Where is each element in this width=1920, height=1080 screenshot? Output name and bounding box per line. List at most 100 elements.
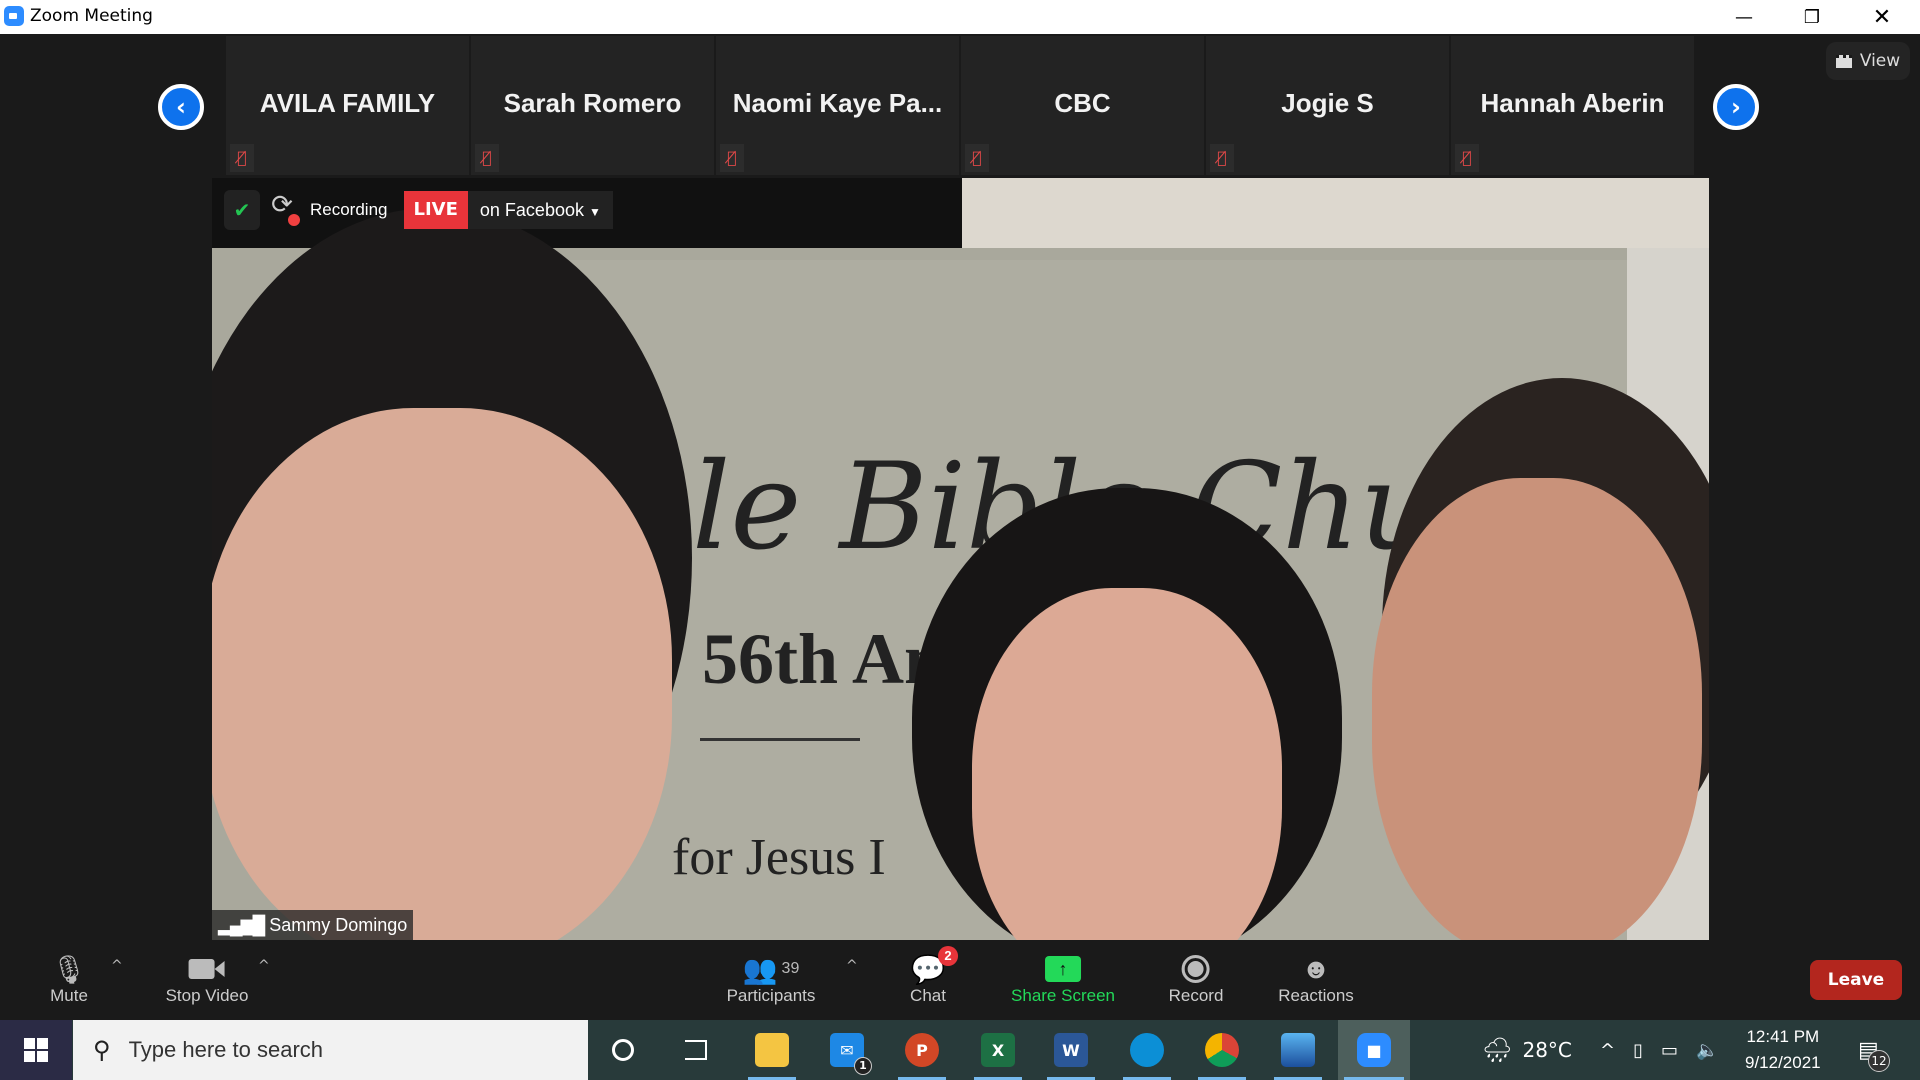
title-bar: Zoom Meeting — ❐ ✕ (0, 0, 1920, 34)
share-screen-icon: ↑ (1044, 956, 1081, 982)
share-screen-button[interactable]: ↑ Share Screen (1011, 952, 1115, 1006)
participant-tile[interactable]: Naomi Kaye Pa... 🎙̸ (716, 36, 959, 175)
participant-tile[interactable]: AVILA FAMILY 🎙̸ (226, 36, 469, 175)
caret-down-icon: ▼ (589, 205, 601, 219)
close-button[interactable]: ✕ (1852, 0, 1912, 34)
record-button[interactable]: Record (1168, 952, 1224, 1006)
photos-app[interactable] (1268, 1020, 1328, 1080)
zoom-app-icon (4, 6, 24, 26)
microphone-icon: 🎙 (51, 953, 87, 985)
restore-button[interactable]: ❐ (1782, 0, 1842, 34)
share-screen-label: Share Screen (1011, 986, 1115, 1005)
participant-name: CBC (1054, 88, 1111, 118)
window-title: Zoom Meeting (30, 6, 153, 26)
start-button[interactable] (0, 1020, 72, 1080)
search-placeholder: Type here to search (128, 1037, 324, 1062)
show-hidden-icons-chevron-icon[interactable]: ^ (1600, 1040, 1615, 1061)
participant-name: Jogie S (1281, 88, 1374, 118)
photos-icon (1281, 1033, 1315, 1067)
chevron-left-icon: ‹ (176, 93, 186, 121)
powerpoint-icon: P (905, 1033, 939, 1067)
speaker-name-tag: ▂▄▆█ Sammy Domingo (212, 910, 414, 940)
live-target-label: on Facebook (479, 200, 584, 220)
reactions-button[interactable]: ☻ Reactions (1278, 952, 1354, 1006)
powerpoint-app[interactable]: P (892, 1020, 952, 1080)
weather-rain-icon: 🌧 (1482, 1036, 1513, 1064)
file-explorer-app[interactable] (742, 1020, 802, 1080)
temperature: 28°C (1522, 1038, 1572, 1062)
switch-camera-icon[interactable]: ⟳ (260, 190, 304, 230)
clock-time: 12:41 PM (1746, 1027, 1820, 1046)
minimize-button[interactable]: — (1714, 0, 1774, 34)
windows-taskbar: ⚲ Type here to search ✉ 1 P X W ■ 🌧 28°C ^ … (0, 1020, 1920, 1080)
signal-strength-icon: ▂▄▆█ (218, 914, 265, 935)
excel-app[interactable]: X (968, 1020, 1028, 1080)
record-icon (1182, 955, 1210, 983)
video-options-caret[interactable]: ^ (258, 958, 270, 974)
view-button[interactable]: View (1826, 42, 1910, 80)
prev-page-button[interactable]: ‹ (158, 84, 204, 130)
active-speaker-video: le Bible Chu 56th Ann for Jesus I (212, 178, 1709, 940)
zoom-app[interactable]: ■ (1338, 1020, 1410, 1080)
cortana-button[interactable] (593, 1020, 653, 1080)
mail-icon: ✉ 1 (830, 1033, 872, 1075)
chevron-right-icon: › (1731, 93, 1741, 121)
edge-app[interactable] (1117, 1020, 1177, 1080)
mute-label: Mute (50, 986, 88, 1005)
chat-button[interactable]: 💬 2 Chat (910, 946, 958, 1006)
cortana-icon (612, 1039, 634, 1061)
live-badge: LIVE (403, 191, 468, 229)
participants-count: 39 (781, 960, 800, 977)
chat-badge: 2 (937, 946, 958, 966)
clock[interactable]: 12:41 PM 9/12/2021 (1745, 1024, 1821, 1076)
participant-tile[interactable]: CBC 🎙̸ (961, 36, 1204, 175)
participant-tile[interactable]: Hannah Aberin 🎙̸ (1451, 36, 1694, 175)
mute-button[interactable]: 🎙 Mute (50, 952, 88, 1006)
live-target-dropdown[interactable]: on Facebook ▼ (467, 191, 613, 229)
participant-name: Hannah Aberin (1480, 88, 1665, 118)
record-label: Record (1168, 986, 1224, 1005)
audio-options-caret[interactable]: ^ (111, 958, 123, 974)
action-center-button[interactable]: ▤ 12 (1858, 1020, 1890, 1080)
speaker-name: Sammy Domingo (269, 914, 408, 935)
chat-label: Chat (910, 986, 946, 1005)
muted-mic-icon: 🎙̸ (1210, 144, 1234, 172)
participant-name: Naomi Kaye Pa... (732, 88, 943, 118)
zoom-icon: ■ (1357, 1033, 1391, 1067)
next-page-button[interactable]: › (1713, 84, 1759, 130)
muted-mic-icon: 🎙̸ (965, 144, 989, 172)
mail-app[interactable]: ✉ 1 (817, 1020, 877, 1080)
search-icon: ⚲ (93, 1036, 111, 1064)
word-app[interactable]: W (1041, 1020, 1101, 1080)
participant-tile[interactable]: Sarah Romero 🎙̸ (471, 36, 714, 175)
participants-icon: 👥 (742, 953, 778, 985)
smiley-plus-icon: ☻ (1301, 953, 1331, 984)
meeting-toolbar: 🎙 Mute ^ Stop Video ^ 👥 39 Participants ^ 💬… (0, 940, 1920, 1020)
encryption-shield-icon[interactable]: ✔ (224, 190, 260, 230)
stop-video-button[interactable]: Stop Video (166, 952, 249, 1006)
edge-icon (1130, 1033, 1164, 1067)
video-camera-icon (166, 952, 249, 986)
device-icon[interactable]: ▯ (1633, 1040, 1643, 1061)
backdrop-text: for Jesus I (672, 829, 886, 886)
muted-mic-icon: 🎙̸ (720, 144, 744, 172)
task-view-button[interactable] (666, 1020, 726, 1080)
participant-tile[interactable]: Jogie S 🎙̸ (1206, 36, 1449, 175)
battery-icon[interactable]: ▭ (1661, 1040, 1678, 1061)
muted-mic-icon: 🎙̸ (230, 144, 254, 172)
mail-badge: 1 (854, 1057, 872, 1075)
folder-icon (755, 1033, 789, 1067)
participants-options-caret[interactable]: ^ (846, 958, 858, 974)
taskbar-search-box[interactable]: ⚲ Type here to search (73, 1020, 588, 1080)
volume-icon[interactable]: 🔈 (1696, 1040, 1718, 1061)
recording-label: Recording (310, 200, 388, 219)
participant-name: Sarah Romero (503, 88, 682, 118)
weather-widget[interactable]: 🌧 28°C (1482, 1020, 1572, 1080)
leave-button[interactable]: Leave (1810, 960, 1902, 1000)
participant-name: AVILA FAMILY (259, 88, 436, 118)
participants-button[interactable]: 👥 39 Participants (727, 952, 816, 1006)
chrome-app[interactable] (1192, 1020, 1252, 1080)
task-view-icon (685, 1040, 707, 1060)
word-icon: W (1054, 1033, 1088, 1067)
muted-mic-icon: 🎙̸ (475, 144, 499, 172)
